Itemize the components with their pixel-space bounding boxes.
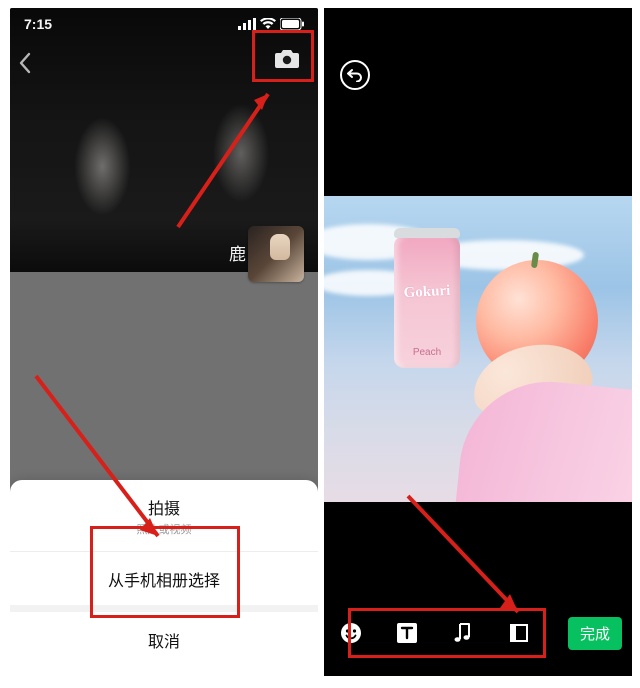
avatar[interactable]: [248, 226, 304, 282]
sheet-capture[interactable]: 拍摄 照片或视频: [10, 480, 318, 551]
done-button-label: 完成: [580, 626, 610, 643]
text-button[interactable]: [390, 616, 424, 650]
camera-icon: [274, 48, 300, 70]
text-icon: [396, 622, 418, 644]
sheet-gallery-label: 从手机相册选择: [108, 573, 220, 590]
undo-button[interactable]: [340, 60, 370, 90]
smiley-icon: [339, 621, 363, 645]
signal-icon: [238, 18, 256, 30]
undo-icon: [347, 68, 363, 82]
profile-name: 鹿: [229, 240, 246, 265]
sticker-button[interactable]: [334, 616, 368, 650]
right-screenshot: Gokuri Peach: [324, 8, 632, 676]
music-button[interactable]: [446, 616, 480, 650]
sheet-cancel-label: 取消: [148, 634, 180, 651]
video-preview[interactable]: Gokuri Peach: [324, 196, 632, 502]
back-chevron-icon[interactable]: [18, 52, 32, 79]
done-button[interactable]: 完成: [568, 617, 622, 650]
music-note-icon: [452, 621, 474, 645]
left-screenshot: 7:15 鹿 拍摄 照片或视频 从手: [10, 8, 318, 676]
status-bar: 7:15: [10, 12, 318, 36]
crop-icon: [508, 622, 530, 644]
wifi-icon: [260, 18, 276, 30]
status-time: 7:15: [24, 16, 52, 32]
action-sheet: 拍摄 照片或视频 从手机相册选择 取消: [10, 480, 318, 676]
sheet-capture-label: 拍摄: [148, 501, 180, 518]
can-brand-text: Gokuri: [394, 282, 461, 302]
annotation-arrow-toolbar: [400, 488, 540, 628]
battery-icon: [280, 18, 304, 30]
drink-can-decor: Gokuri Peach: [394, 236, 460, 368]
sheet-gallery[interactable]: 从手机相册选择: [10, 552, 318, 605]
editor-toolbar: 完成: [324, 616, 632, 650]
sheet-capture-subtitle: 照片或视频: [10, 521, 318, 537]
camera-button[interactable]: [274, 48, 300, 75]
can-flavor-text: Peach: [394, 347, 460, 358]
sheet-cancel[interactable]: 取消: [10, 612, 318, 676]
crop-button[interactable]: [502, 616, 536, 650]
